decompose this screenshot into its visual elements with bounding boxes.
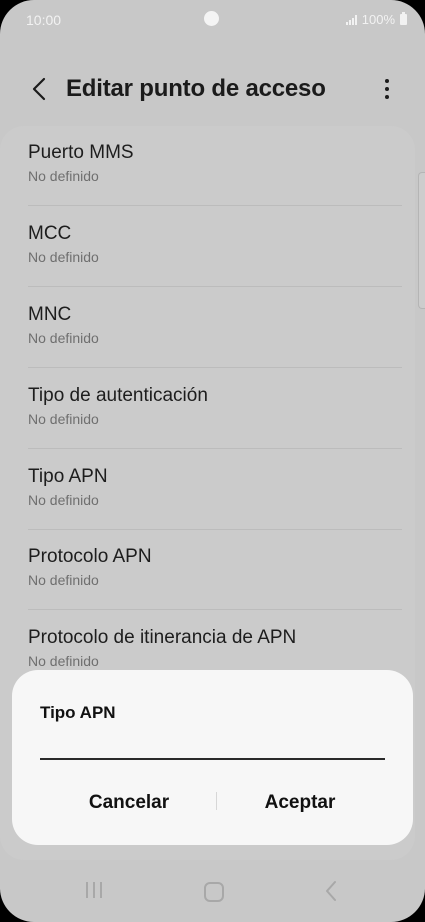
battery-icon <box>400 12 407 25</box>
navigation-bar <box>0 860 425 922</box>
divider <box>28 205 402 206</box>
divider <box>28 367 402 368</box>
camera-cutout <box>204 11 219 26</box>
setting-label: Tipo APN <box>28 466 108 487</box>
divider <box>28 609 402 610</box>
back-button[interactable] <box>24 74 54 104</box>
divider <box>28 448 402 449</box>
app-bar: Editar punto de acceso <box>0 60 425 120</box>
status-right: 100% <box>345 12 407 27</box>
more-vertical-icon <box>385 79 389 99</box>
back-icon[interactable] <box>325 880 337 907</box>
setting-label: Tipo de autenticación <box>28 385 208 406</box>
setting-value: No definido <box>28 492 99 508</box>
setting-puerto-mms[interactable]: Puerto MMS No definido <box>28 126 402 206</box>
setting-label: Puerto MMS <box>28 142 134 163</box>
setting-tipo-apn[interactable]: Tipo APN No definido <box>28 450 402 530</box>
page-title: Editar punto de acceso <box>66 75 326 102</box>
setting-value: No definido <box>28 411 99 427</box>
setting-protocolo-apn[interactable]: Protocolo APN No definido <box>28 530 402 610</box>
accept-button[interactable]: Aceptar <box>215 786 385 820</box>
divider <box>28 286 402 287</box>
setting-label: Protocolo de itinerancia de APN <box>28 627 297 648</box>
dialog-title: Tipo APN <box>40 703 116 722</box>
apn-type-input[interactable] <box>40 730 385 760</box>
phone-screen: 10:00 100% Editar punto de acceso Puerto… <box>0 0 425 922</box>
home-icon[interactable] <box>204 882 224 902</box>
status-time: 10:00 <box>26 12 62 28</box>
setting-value: No definido <box>28 653 99 669</box>
recent-apps-icon[interactable] <box>86 882 102 898</box>
back-arrow-icon <box>32 77 46 101</box>
setting-label: Protocolo APN <box>28 546 152 567</box>
setting-value: No definido <box>28 572 99 588</box>
setting-value: No definido <box>28 330 99 346</box>
apn-type-dialog: Tipo APN Cancelar Aceptar <box>12 670 413 845</box>
signal-icon <box>345 14 357 25</box>
setting-mcc[interactable]: MCC No definido <box>28 207 402 287</box>
setting-label: MNC <box>28 304 72 325</box>
setting-label: MCC <box>28 223 72 244</box>
status-bar: 10:00 100% <box>0 0 425 40</box>
cancel-button[interactable]: Cancelar <box>44 786 214 820</box>
more-options-button[interactable] <box>377 74 397 104</box>
setting-value: No definido <box>28 168 99 184</box>
setting-tipo-autenticacion[interactable]: Tipo de autenticación No definido <box>28 369 402 449</box>
scrollbar[interactable] <box>418 172 425 309</box>
setting-value: No definido <box>28 249 99 265</box>
battery-percent: 100% <box>361 12 395 27</box>
setting-mnc[interactable]: MNC No definido <box>28 288 402 368</box>
